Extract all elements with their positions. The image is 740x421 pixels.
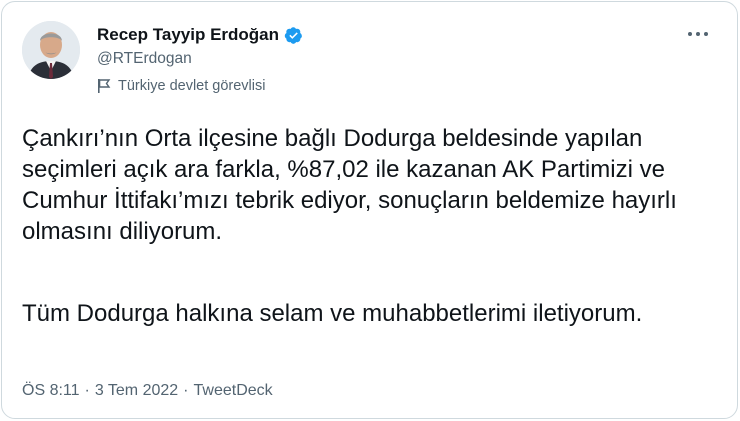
avatar-portrait-icon xyxy=(22,21,80,79)
avatar[interactable] xyxy=(22,21,80,79)
tweet-date-link[interactable]: 3 Tem 2022 xyxy=(95,382,178,400)
meta-separator: · xyxy=(84,382,90,399)
more-options-button[interactable] xyxy=(683,24,713,44)
government-label-text: Türkiye devlet görevlisi xyxy=(118,78,266,94)
author-handle[interactable]: @RTErdogan xyxy=(97,50,192,68)
tweet-text-paragraph-2: Tüm Dodurga halkına selam ve muhabbetler… xyxy=(22,300,643,327)
author-name[interactable]: Recep Tayyip Erdoğan xyxy=(97,25,279,45)
tweet-time-link[interactable]: ÖS 8:11 xyxy=(22,382,80,400)
author-name-row[interactable]: Recep Tayyip Erdoğan xyxy=(97,24,303,46)
government-label[interactable]: Türkiye devlet görevlisi xyxy=(97,78,265,94)
meta-separator: · xyxy=(183,382,189,399)
more-dot-icon xyxy=(696,32,700,36)
more-dot-icon xyxy=(688,32,692,36)
tweet-source-link[interactable]: TweetDeck xyxy=(194,382,273,400)
tweet-meta: ÖS 8:11 · 3 Tem 2022 · TweetDeck xyxy=(22,382,273,400)
flag-icon xyxy=(98,79,111,93)
more-dot-icon xyxy=(704,32,708,36)
tweet-text-paragraph-1: Çankırı’nın Orta ilçesine bağlı Dodurga … xyxy=(22,125,684,245)
tweet-card: Recep Tayyip Erdoğan @RTErdogan Türkiye … xyxy=(1,1,738,419)
verified-badge-icon xyxy=(284,26,302,44)
